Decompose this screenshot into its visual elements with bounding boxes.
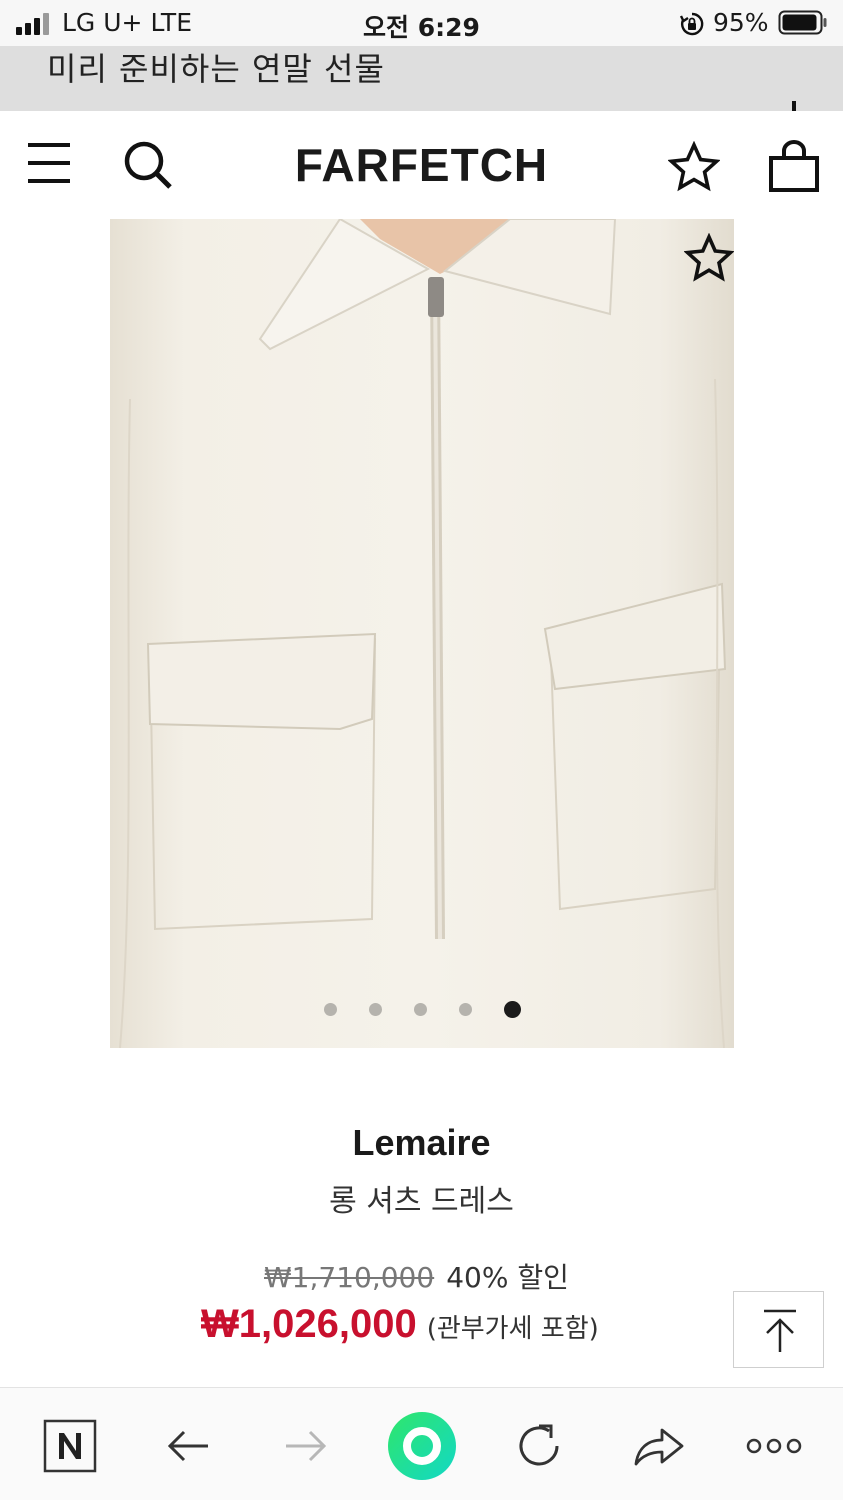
green-dot-icon[interactable] bbox=[384, 1408, 460, 1484]
share-icon[interactable] bbox=[628, 1416, 688, 1476]
status-bar: LG U+ LTE 오전 6:29 95% bbox=[0, 0, 843, 46]
browser-toolbar bbox=[0, 1387, 843, 1500]
promo-banner[interactable]: 미리 준비하는 연말 선물 bbox=[0, 46, 843, 127]
pagination-dot[interactable] bbox=[413, 1003, 427, 1016]
banner-text: 미리 준비하는 연말 선물 bbox=[47, 50, 385, 88]
site-header: FARFETCH bbox=[0, 111, 843, 219]
battery-percentage: 95% bbox=[713, 8, 769, 37]
back-arrow-icon[interactable] bbox=[158, 1416, 218, 1476]
sale-price: ₩1,026,000 bbox=[201, 1302, 417, 1346]
pagination-dot[interactable] bbox=[323, 1003, 337, 1016]
rotation-lock-icon bbox=[679, 11, 705, 37]
original-price: ₩1,710,000 bbox=[264, 1261, 435, 1294]
price-line: ₩1,710,000 40% 할인 bbox=[264, 1256, 569, 1296]
more-icon[interactable] bbox=[742, 1416, 802, 1476]
pagination-dot-active[interactable] bbox=[503, 1001, 521, 1018]
pagination-dot[interactable] bbox=[368, 1003, 382, 1016]
gallery-pagination bbox=[110, 1001, 734, 1021]
discount-label: 40% 할인 bbox=[446, 1261, 569, 1294]
pagination-dot[interactable] bbox=[458, 1003, 472, 1016]
star-icon[interactable] bbox=[684, 233, 734, 283]
forward-arrow-icon[interactable] bbox=[276, 1416, 336, 1476]
battery-icon bbox=[778, 10, 828, 35]
tax-note: (관부가세 포함) bbox=[426, 1314, 599, 1344]
product-brand[interactable]: Lemaire bbox=[0, 1122, 843, 1164]
product-photo bbox=[110, 219, 734, 1048]
scroll-to-top-button[interactable] bbox=[733, 1291, 824, 1368]
product-name: 롱 셔츠 드레스 bbox=[329, 1184, 514, 1219]
sale-price-line: ₩1,026,000 (관부가세 포함) bbox=[201, 1302, 599, 1347]
naver-icon[interactable] bbox=[40, 1416, 100, 1476]
star-icon[interactable] bbox=[667, 140, 721, 193]
shopping-bag-icon[interactable] bbox=[766, 139, 822, 195]
product-image-gallery[interactable] bbox=[110, 219, 734, 1048]
arrow-up-to-top-icon bbox=[764, 1309, 796, 1352]
reload-icon[interactable] bbox=[509, 1416, 569, 1476]
